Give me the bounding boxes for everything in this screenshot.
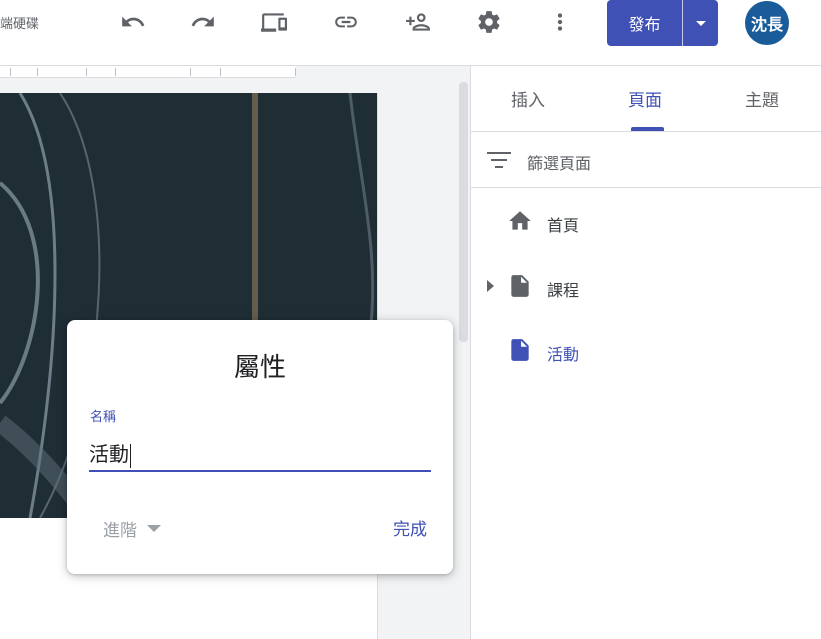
- dialog-title: 屬性: [233, 353, 286, 383]
- filter-pages-label: 篩選頁面: [527, 154, 592, 173]
- page-item-label: 活動: [547, 345, 580, 364]
- home-icon: [507, 208, 533, 234]
- page-icon: [507, 337, 533, 363]
- publish-button-group: 發布: [607, 0, 718, 46]
- page-item-label: 課程: [547, 281, 580, 300]
- redo-button[interactable]: [186, 5, 220, 39]
- page-item-courses[interactable]: 課程: [471, 267, 821, 307]
- expand-arrow-icon[interactable]: [487, 280, 494, 292]
- caret-down-icon: [147, 525, 161, 532]
- advanced-toggle[interactable]: 進階: [103, 516, 161, 541]
- filter-pages-row[interactable]: 篩選頁面: [471, 132, 821, 188]
- done-button[interactable]: 完成: [393, 515, 427, 540]
- name-field-value: 活動: [89, 442, 129, 466]
- settings-button[interactable]: [472, 5, 506, 39]
- preview-devices-button[interactable]: [257, 5, 291, 39]
- caret-down-icon: [695, 20, 706, 26]
- devices-icon: [261, 13, 287, 32]
- drive-label: 端硬碟: [0, 17, 40, 32]
- page-item-events[interactable]: 活動: [471, 331, 821, 371]
- page-item-label: 首頁: [547, 216, 580, 235]
- properties-dialog: 屬性 名稱 活動 進階 完成: [67, 320, 453, 574]
- tab-insert[interactable]: 插入: [511, 86, 545, 111]
- tab-pages[interactable]: 頁面: [628, 86, 662, 111]
- publish-button[interactable]: 發布: [607, 0, 683, 46]
- filter-icon: [487, 150, 511, 170]
- advanced-label: 進階: [103, 521, 137, 541]
- add-person-icon: [406, 13, 430, 31]
- avatar[interactable]: 沈長: [745, 1, 789, 45]
- more-options-button[interactable]: [543, 5, 577, 39]
- canvas-scrollbar[interactable]: [459, 82, 468, 342]
- name-field[interactable]: 活動: [89, 438, 431, 472]
- page-item-home[interactable]: 首頁: [471, 202, 821, 242]
- gear-icon: [478, 11, 500, 33]
- page-icon: [507, 273, 533, 299]
- share-button[interactable]: [401, 5, 435, 39]
- undo-button[interactable]: [116, 5, 150, 39]
- top-toolbar: 端硬碟 發布 沈長: [0, 0, 821, 66]
- redo-icon: [191, 16, 214, 27]
- link-icon: [335, 16, 357, 28]
- more-vert-icon: [557, 13, 563, 31]
- name-field-label: 名稱: [90, 410, 117, 425]
- copy-link-button[interactable]: [329, 5, 363, 39]
- text-cursor: [130, 443, 131, 468]
- side-panel: 插入 頁面 主題 篩選頁面 首頁 課程 活動: [470, 66, 821, 639]
- ruler: [0, 66, 296, 78]
- undo-icon: [122, 16, 145, 27]
- publish-options-button[interactable]: [683, 0, 718, 46]
- tab-themes[interactable]: 主題: [745, 86, 779, 111]
